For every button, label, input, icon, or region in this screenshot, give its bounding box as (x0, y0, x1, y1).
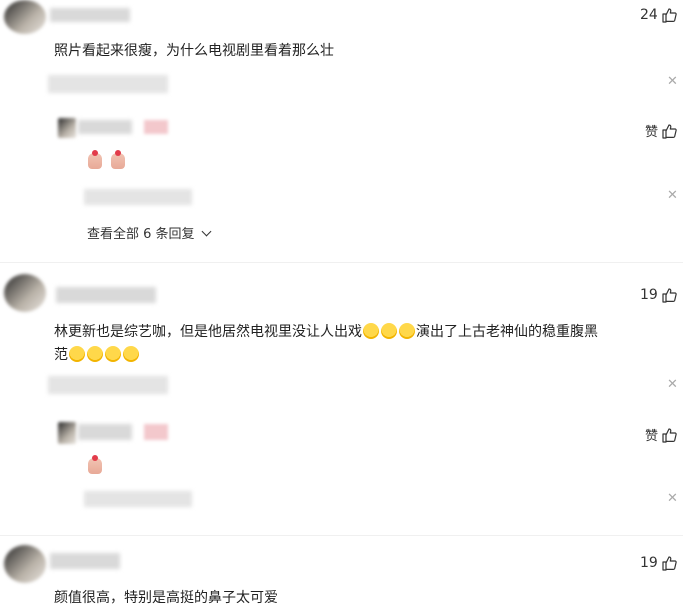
like-count: 24 (640, 7, 658, 23)
finger-heart-icon (88, 150, 102, 169)
comment-text: 照片看起来很瘦，为什么电视剧里看着那么壮 (54, 43, 334, 59)
comment-text-part2: 演出了上古老神仙的稳重腹黑 (416, 324, 598, 340)
divider (0, 535, 683, 536)
finger-heart-icon (88, 455, 102, 474)
username-blurred[interactable] (56, 287, 156, 303)
username-blurred[interactable] (50, 8, 130, 22)
close-icon[interactable]: ✕ (667, 491, 678, 506)
reply-meta-blurred (84, 491, 192, 507)
avatar[interactable] (4, 274, 46, 312)
like-counter[interactable]: 24 (640, 7, 677, 23)
thumbs-up-icon (661, 427, 677, 443)
thumbs-up-icon (661, 123, 677, 139)
divider (0, 262, 683, 263)
reply-username-blurred[interactable] (78, 424, 132, 440)
like-count: 19 (640, 287, 658, 303)
view-all-replies-label: 查看全部 6 条回复 (87, 227, 195, 242)
reply-like-button[interactable]: 赞 (645, 425, 677, 444)
close-icon[interactable]: ✕ (667, 377, 678, 392)
reply-badge-blurred (144, 120, 168, 134)
comment-text-part3: 范 (54, 347, 68, 363)
like-counter[interactable]: 19 (640, 287, 677, 303)
laughing-face-icon (105, 346, 121, 362)
smiling-face-icon (381, 323, 397, 339)
laughing-face-icon (69, 346, 85, 362)
like-label: 赞 (645, 429, 659, 444)
comment-text-part1: 林更新也是综艺咖，但是他居然电视里没让人出戏 (54, 324, 362, 340)
laughing-face-icon (123, 346, 139, 362)
reply-username-blurred[interactable] (78, 120, 132, 134)
meta-blurred (48, 376, 168, 394)
username-blurred[interactable] (50, 553, 120, 569)
view-all-replies-link[interactable]: 查看全部 6 条回复 (87, 223, 212, 242)
like-count: 19 (640, 555, 658, 571)
avatar[interactable] (4, 0, 46, 34)
reply-avatar[interactable] (58, 422, 76, 444)
reply-like-button[interactable]: 赞 (645, 121, 677, 140)
meta-blurred (48, 75, 168, 93)
reply-badge-blurred (144, 424, 168, 440)
like-label: 赞 (645, 125, 659, 140)
thumbs-up-icon[interactable] (661, 287, 677, 303)
thumbs-up-icon[interactable] (661, 555, 677, 571)
smiling-face-icon (399, 323, 415, 339)
reply-avatar[interactable] (58, 118, 76, 138)
chevron-down-icon (201, 226, 212, 237)
reply-content (88, 455, 102, 478)
avatar[interactable] (4, 545, 46, 583)
finger-heart-icon (111, 150, 126, 169)
like-counter[interactable]: 19 (640, 555, 677, 571)
comment-text-line2: 范 (54, 344, 140, 364)
reply-content (88, 150, 126, 173)
close-icon[interactable]: ✕ (667, 74, 678, 89)
close-icon[interactable]: ✕ (667, 188, 678, 203)
smiling-face-icon (363, 323, 379, 339)
thumbs-up-icon[interactable] (661, 7, 677, 23)
comment-text: 林更新也是综艺咖，但是他居然电视里没让人出戏 演出了上古老神仙的稳重腹黑 (54, 321, 598, 341)
laughing-face-icon (87, 346, 103, 362)
comment-text: 颜值很高，特别是高挺的鼻子太可爱 (54, 590, 278, 606)
reply-meta-blurred (84, 189, 192, 205)
